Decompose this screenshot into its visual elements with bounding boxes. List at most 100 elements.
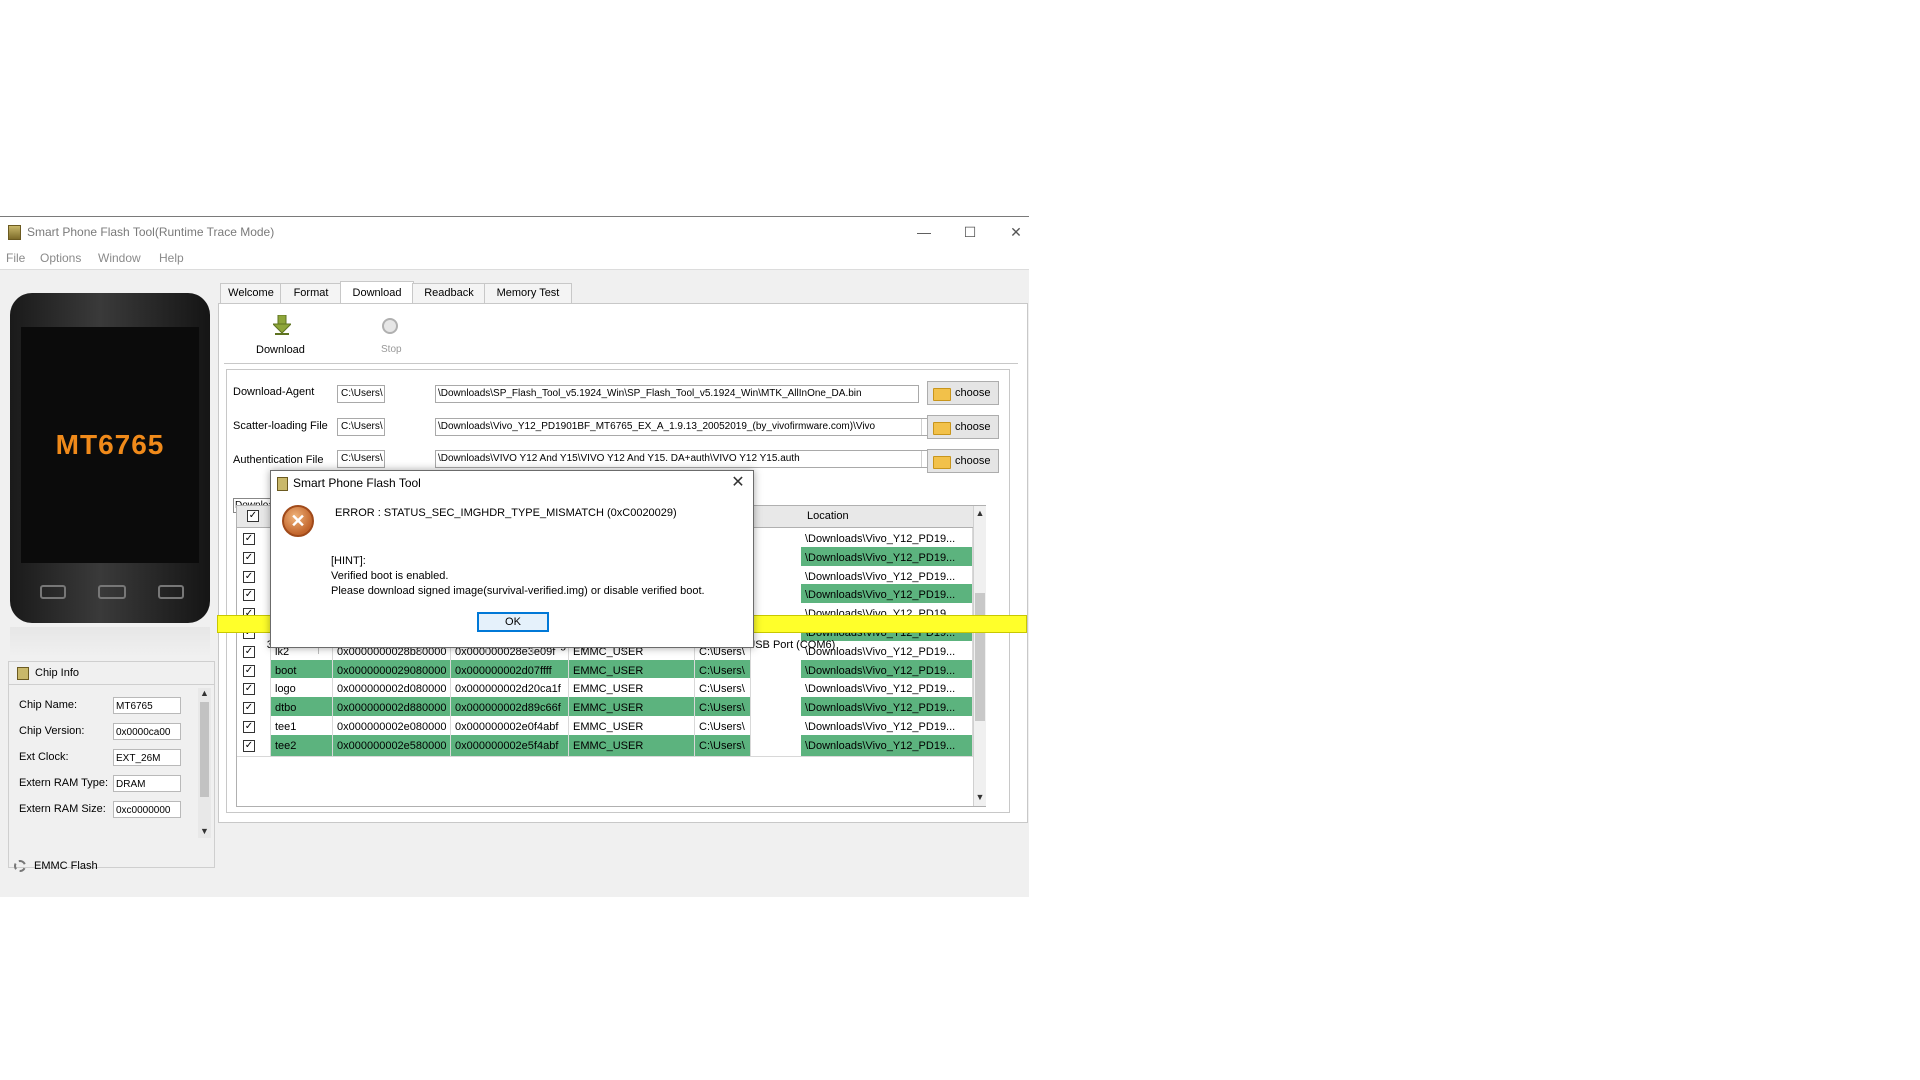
select-all-checkbox[interactable]: ✓: [247, 510, 259, 522]
scroll-up-icon[interactable]: ▲: [974, 508, 986, 518]
dialog-title-bar[interactable]: Smart Phone Flash Tool ✕: [271, 471, 753, 495]
folder-icon: [933, 456, 951, 469]
scatter-file-path[interactable]: \Downloads\Vivo_Y12_PD1901BF_MT6765_EX_A…: [435, 418, 939, 436]
hint-label: [HINT]:: [331, 555, 366, 567]
minimize-button[interactable]: —: [904, 221, 944, 243]
toolbar: Download Stop: [224, 307, 1018, 364]
phone-home-key-icon: [98, 585, 126, 599]
folder-icon: [933, 388, 951, 401]
tab-welcome[interactable]: Welcome: [220, 283, 282, 304]
ext-clock-value: EXT_26M: [113, 749, 181, 766]
ok-button[interactable]: OK: [477, 612, 549, 632]
window-title: Smart Phone Flash Tool(Runtime Trace Mod…: [27, 225, 275, 239]
storage-type: EMMC Flash: [8, 851, 213, 881]
phone-menu-key-icon: [40, 585, 66, 599]
row-checkbox[interactable]: ✓: [243, 570, 255, 583]
download-agent-choose-button[interactable]: choose: [927, 381, 999, 405]
tab-format[interactable]: Format: [280, 283, 342, 304]
menu-options[interactable]: Options: [40, 251, 81, 265]
tab-memory-test[interactable]: Memory Test: [484, 283, 572, 304]
chip-info-title: Chip Info: [35, 667, 80, 679]
chip-info-panel: Chip Info Chip Name: MT6765 Chip Version…: [8, 661, 215, 868]
row-checkbox[interactable]: ✓: [243, 589, 255, 602]
table-scrollbar[interactable]: ▲ ▼: [973, 506, 986, 806]
cell-name: tee2: [271, 734, 333, 757]
storage-type-label: EMMC Flash: [34, 860, 98, 872]
choose-label: choose: [955, 387, 991, 399]
auth-file-prefix[interactable]: C:\Users\: [337, 450, 385, 468]
title-bar[interactable]: Smart Phone Flash Tool(Runtime Trace Mod…: [0, 217, 1029, 247]
chip-name-label: Chip Name:: [19, 699, 78, 711]
auth-file-path-text: \Downloads\VIVO Y12 And Y15\VIVO Y12 And…: [438, 453, 800, 464]
chip-info-header[interactable]: Chip Info: [9, 662, 214, 685]
row-checkbox[interactable]: ✓: [243, 721, 255, 733]
hint-line-1: Verified boot is enabled.: [331, 570, 449, 582]
app-icon: [8, 225, 21, 240]
error-icon: ✕: [282, 505, 314, 537]
row-checkbox[interactable]: ✓: [243, 664, 255, 677]
chip-info-icon: [17, 667, 29, 680]
scatter-file-prefix[interactable]: C:\Users\: [337, 418, 385, 436]
table-scroll-thumb[interactable]: [975, 593, 985, 721]
scatter-file-choose-button[interactable]: choose: [927, 415, 999, 439]
phone-image: MT6765: [10, 293, 210, 623]
table-row[interactable]: ✓ tee2 0x000000002e580000 0x000000002e5f4ab…: [237, 734, 973, 758]
close-button[interactable]: ✕: [996, 221, 1036, 243]
row-checkbox[interactable]: ✓: [243, 551, 255, 564]
row-checkbox[interactable]: ✓: [243, 683, 255, 696]
chip-version-label: Chip Version:: [19, 725, 85, 737]
row-checkbox[interactable]: ✓: [243, 702, 255, 715]
scroll-down-icon[interactable]: ▼: [974, 792, 986, 802]
auth-file-choose-button[interactable]: choose: [927, 449, 999, 473]
phone-screen: MT6765: [21, 327, 199, 563]
location-column-header[interactable]: Location: [807, 510, 849, 522]
chip-name-value: MT6765: [113, 697, 181, 714]
dialog-close-button[interactable]: ✕: [727, 472, 749, 494]
scatter-file-label: Scatter-loading File: [233, 420, 328, 432]
download-agent-path[interactable]: \Downloads\SP_Flash_Tool_v5.1924_Win\SP_…: [435, 385, 919, 403]
download-arrow-icon[interactable]: [273, 315, 291, 335]
chip-version-value: 0x0000ca00: [113, 723, 181, 740]
stop-button[interactable]: Stop: [381, 344, 402, 355]
chip-info-scrollbar[interactable]: ▲ ▼: [198, 688, 211, 838]
cell-region: EMMC_USER: [569, 734, 695, 757]
ram-type-value: DRAM: [113, 775, 181, 792]
tab-readback[interactable]: Readback: [412, 283, 486, 304]
choose-label: choose: [955, 421, 991, 433]
cell-hidden: [751, 734, 801, 757]
maximize-button[interactable]: ☐: [950, 221, 990, 243]
gear-icon: [14, 860, 26, 872]
phone-back-key-icon: [158, 585, 184, 599]
auth-file-path[interactable]: \Downloads\VIVO Y12 And Y15\VIVO Y12 And…: [435, 450, 939, 468]
menu-bar: File Options Window Help: [0, 247, 1029, 270]
scroll-down-icon[interactable]: ▼: [198, 826, 211, 836]
download-button[interactable]: Download: [256, 344, 305, 356]
ext-clock-label: Ext Clock:: [19, 751, 69, 763]
row-check-cell: ✓: [237, 734, 271, 757]
tab-download[interactable]: Download: [340, 281, 414, 305]
app-icon: [277, 477, 288, 491]
dialog-title: Smart Phone Flash Tool: [293, 476, 421, 490]
cell-location: \Downloads\Vivo_Y12_PD19...: [801, 734, 973, 757]
scroll-up-icon[interactable]: ▲: [198, 688, 211, 698]
menu-help[interactable]: Help: [159, 251, 184, 265]
hint-line-2: Please download signed image(survival-ve…: [331, 585, 705, 597]
menu-window[interactable]: Window: [98, 251, 141, 265]
folder-icon: [933, 422, 951, 435]
download-agent-label: Download-Agent: [233, 386, 315, 398]
row-checkbox[interactable]: ✓: [243, 739, 255, 752]
menu-file[interactable]: File: [6, 251, 25, 265]
ram-type-label: Extern RAM Type:: [19, 777, 109, 789]
chip-info-scroll-thumb[interactable]: [200, 702, 209, 797]
stop-icon[interactable]: [382, 318, 398, 334]
ram-size-label: Extern RAM Size:: [19, 803, 106, 815]
error-dialog: Smart Phone Flash Tool ✕ ✕ ERROR : STATU…: [270, 470, 754, 648]
auth-file-label: Authentication File: [233, 454, 324, 466]
scatter-file-path-text: \Downloads\Vivo_Y12_PD1901BF_MT6765_EX_A…: [438, 421, 876, 432]
download-agent-prefix[interactable]: C:\Users\: [337, 385, 385, 403]
phone-chip-model: MT6765: [55, 429, 165, 460]
error-message: ERROR : STATUS_SEC_IMGHDR_TYPE_MISMATCH …: [335, 507, 677, 519]
ram-size-value: 0xc0000000: [113, 801, 181, 818]
row-checkbox[interactable]: ✓: [243, 533, 255, 545]
choose-label: choose: [955, 455, 991, 467]
